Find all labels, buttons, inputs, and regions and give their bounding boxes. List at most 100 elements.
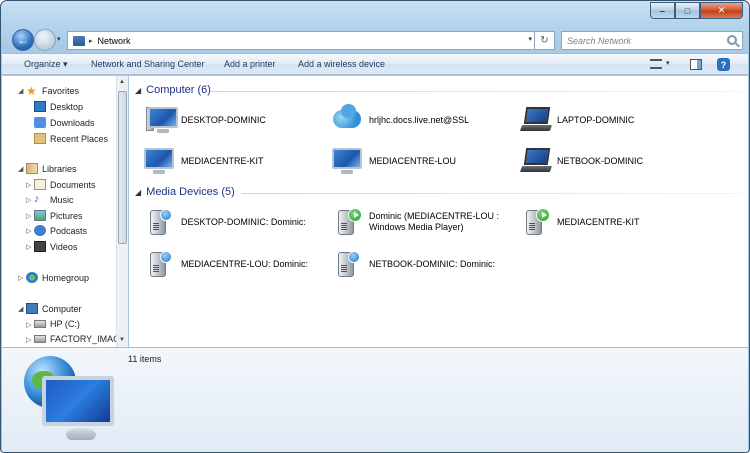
nav-label: Desktop <box>50 101 84 112</box>
network-item-netbook-dominic[interactable]: NETBOOK-DOMINIC <box>519 146 643 176</box>
maximize-button[interactable]: □ <box>675 2 700 19</box>
search-input[interactable]: Search Network <box>561 31 743 50</box>
media-item-netbook-dominic[interactable]: NETBOOK-DOMINIC: Dominic: <box>331 249 495 279</box>
network-item-mediacentre-kit[interactable]: MEDIACENTRE-KIT <box>143 146 264 176</box>
item-label: DESKTOP-DOMINIC <box>181 114 266 125</box>
media-item-dominic-mediacentre-lou[interactable]: Dominic (MEDIACENTRE-LOU : Windows Media… <box>331 207 499 237</box>
breadcrumb-separator[interactable]: ▸ <box>89 37 93 45</box>
music-icon: ♪ <box>34 193 40 205</box>
media-server-icon <box>143 207 177 237</box>
network-item-laptop-dominic[interactable]: LAPTOP-DOMINIC <box>519 105 634 135</box>
nav-item-music[interactable]: ♪ Music <box>34 194 74 205</box>
add-wireless-device-button[interactable]: Add a wireless device <box>298 59 385 69</box>
network-item-desktop-dominic[interactable]: DESKTOP-DOMINIC <box>143 105 266 135</box>
monitor-icon <box>143 146 177 176</box>
help-icon[interactable]: ? <box>717 58 730 71</box>
forward-button[interactable]: → <box>34 29 56 51</box>
collapse-arrow-icon[interactable]: ▷ <box>26 212 31 220</box>
scrollbar-thumb[interactable] <box>118 91 127 244</box>
nav-label: HP (C:) <box>50 319 80 329</box>
collapse-group-icon[interactable]: ◢ <box>135 86 141 95</box>
item-label: NETBOOK-DOMINIC: Dominic: <box>369 258 496 269</box>
minimize-button[interactable]: – <box>650 2 675 19</box>
network-item-skydrive[interactable]: hrljhc.docs.live.net@SSL <box>331 104 470 135</box>
collapse-arrow-icon[interactable]: ▷ <box>26 181 31 189</box>
group-title: Media Devices (5) <box>146 186 235 198</box>
nav-label: Podcasts <box>50 225 88 236</box>
collapse-group-icon[interactable]: ◢ <box>135 188 141 197</box>
media-item-mediacentre-lou[interactable]: MEDIACENTRE-LOU: Dominic: <box>143 249 308 279</box>
expand-arrow-icon[interactable]: ◢ <box>18 165 23 173</box>
breadcrumb-network[interactable]: Network <box>98 36 131 46</box>
network-sharing-center-button[interactable]: Network and Sharing Center <box>91 59 205 69</box>
collapse-arrow-icon[interactable]: ▷ <box>26 227 31 235</box>
expand-arrow-icon[interactable]: ◢ <box>18 305 23 313</box>
homegroup-icon <box>26 272 38 283</box>
collapse-arrow-icon[interactable]: ▷ <box>26 336 31 344</box>
documents-icon <box>34 179 46 190</box>
details-pane: 11 items <box>2 347 748 452</box>
collapse-arrow-icon[interactable]: ▷ <box>18 274 23 282</box>
downloads-icon <box>34 117 46 128</box>
item-label: hrljhc.docs.live.net@SSL <box>369 114 470 125</box>
videos-icon <box>34 241 46 252</box>
nav-item-podcasts[interactable]: Podcasts <box>34 225 87 236</box>
preview-pane-icon[interactable] <box>690 59 702 70</box>
nav-label: Favorites <box>42 86 80 96</box>
nav-item-videos[interactable]: Videos <box>34 241 77 252</box>
search-icon[interactable] <box>727 35 737 45</box>
recent-pages-dropdown[interactable]: ▾ <box>57 35 61 43</box>
navigation-bar: ← → ▾ ▸ Network ▾ ↻ Search Network <box>9 28 743 52</box>
collapse-arrow-icon[interactable]: ▷ <box>26 243 31 251</box>
organize-button[interactable]: Organize ▾ <box>24 59 68 70</box>
content-area: ◢ Computer (6) DESKTOP-DOMINIC hrljhc.do… <box>129 76 748 347</box>
add-printer-button[interactable]: Add a printer <box>224 59 276 69</box>
scroll-up-icon[interactable]: ▲ <box>119 79 125 85</box>
address-bar[interactable]: ▸ Network ▾ ↻ <box>67 31 555 50</box>
nav-label: Homegroup <box>42 272 90 283</box>
group-header-media-devices[interactable]: ◢ Media Devices (5) <box>135 186 235 198</box>
hard-drive-icon <box>34 335 46 343</box>
back-button[interactable]: ← <box>12 29 34 51</box>
nav-favorites[interactable]: ★ Favorites <box>26 85 79 97</box>
media-server-icon <box>331 249 365 279</box>
media-item-desktop-dominic[interactable]: DESKTOP-DOMINIC: Dominic: <box>143 207 306 237</box>
command-bar: Organize ▾ Network and Sharing Center Ad… <box>2 53 748 75</box>
hard-drive-icon <box>34 320 46 328</box>
nav-label: Recent Places <box>50 133 109 144</box>
item-label: LAPTOP-DOMINIC <box>557 114 635 125</box>
view-options-dropdown[interactable]: ▾ <box>666 59 670 67</box>
close-button[interactable]: ✕ <box>700 2 743 19</box>
collapse-arrow-icon[interactable]: ▷ <box>26 196 31 204</box>
computer-icon <box>26 303 38 314</box>
change-view-icon[interactable] <box>650 59 662 69</box>
nav-computer[interactable]: Computer <box>26 303 82 314</box>
nav-item-downloads[interactable]: Downloads <box>34 117 95 128</box>
monitor-icon <box>331 146 365 176</box>
scroll-down-icon[interactable]: ▼ <box>119 337 125 343</box>
group-divider <box>211 91 741 92</box>
nav-label: Music <box>50 194 74 205</box>
nav-item-documents[interactable]: Documents <box>34 179 96 190</box>
media-item-mediacentre-kit[interactable]: MEDIACENTRE-KIT <box>519 207 640 237</box>
nav-item-hp-drive[interactable]: HP (C:) <box>34 319 80 329</box>
group-divider <box>241 193 741 194</box>
nav-libraries[interactable]: Libraries <box>26 163 77 174</box>
nav-homegroup[interactable]: Homegroup <box>26 272 89 283</box>
group-header-computer[interactable]: ◢ Computer (6) <box>135 84 211 96</box>
skydrive-cloud-icon <box>331 104 365 135</box>
item-label-line1: Dominic (MEDIACENTRE-LOU : <box>369 211 500 221</box>
collapse-arrow-icon[interactable]: ▷ <box>26 321 31 329</box>
nav-item-pictures[interactable]: Pictures <box>34 210 83 221</box>
address-dropdown-icon[interactable]: ▾ <box>528 35 532 43</box>
nav-item-factory-image[interactable]: FACTORY_IMAGE <box>34 334 126 344</box>
network-item-mediacentre-lou[interactable]: MEDIACENTRE-LOU <box>331 146 456 176</box>
nav-item-desktop[interactable]: Desktop <box>34 101 83 112</box>
expand-arrow-icon[interactable]: ◢ <box>18 87 23 95</box>
item-label: DESKTOP-DOMINIC: Dominic: <box>181 216 306 227</box>
nav-item-recent-places[interactable]: Recent Places <box>34 133 108 144</box>
nav-label: Computer <box>42 303 82 314</box>
item-label: NETBOOK-DOMINIC <box>557 155 644 166</box>
refresh-button[interactable]: ↻ <box>534 31 554 50</box>
network-location-icon <box>73 35 85 46</box>
